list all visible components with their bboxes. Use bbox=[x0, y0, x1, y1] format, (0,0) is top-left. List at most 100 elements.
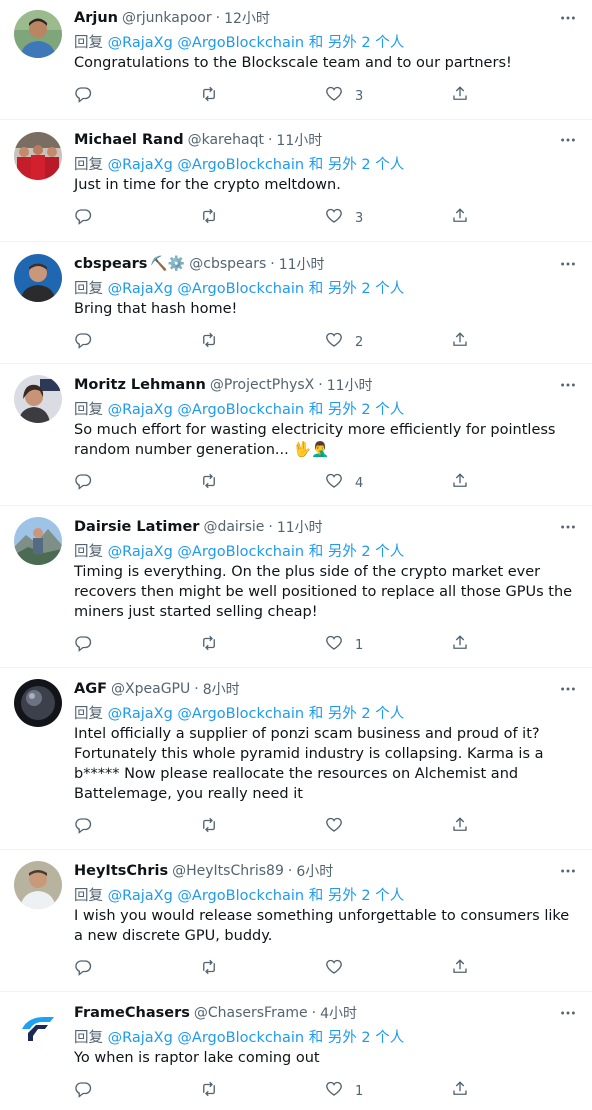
mention-link[interactable]: @ArgoBlockchain bbox=[177, 281, 304, 297]
mention-link[interactable]: @ArgoBlockchain bbox=[177, 544, 304, 560]
tweet[interactable]: HeyItsChris @HeyItsChris89 · 6小时 回复 @Raj… bbox=[0, 850, 592, 992]
mention-link[interactable]: @ArgoBlockchain bbox=[177, 888, 304, 904]
like-button[interactable]: 1 bbox=[325, 1080, 451, 1102]
author-name[interactable]: Dairsie Latimer bbox=[74, 519, 199, 535]
others-link[interactable]: 和 另外 2 个人 bbox=[309, 281, 405, 297]
author-name[interactable]: Arjun bbox=[74, 10, 118, 26]
retweet-button[interactable] bbox=[200, 207, 326, 229]
mention-link[interactable]: @ArgoBlockchain bbox=[177, 157, 304, 173]
share-button[interactable] bbox=[451, 816, 577, 838]
retweet-button[interactable] bbox=[200, 634, 326, 656]
others-link[interactable]: 和 另外 2 个人 bbox=[309, 888, 405, 904]
avatar[interactable] bbox=[14, 10, 62, 58]
tweet[interactable]: AGF @XpeaGPU · 8小时 回复 @RajaXg @ArgoBlock… bbox=[0, 668, 592, 850]
mention-link[interactable]: @ArgoBlockchain bbox=[177, 706, 304, 722]
reply-button[interactable] bbox=[74, 816, 200, 838]
others-link[interactable]: 和 另外 2 个人 bbox=[309, 1030, 405, 1046]
share-button[interactable] bbox=[451, 472, 577, 494]
tweet[interactable]: Dairsie Latimer @dairsie · 11小时 回复 @Raja… bbox=[0, 506, 592, 668]
mention-link[interactable]: @RajaXg bbox=[108, 888, 173, 904]
reply-button[interactable] bbox=[74, 207, 200, 229]
others-link[interactable]: 和 另外 2 个人 bbox=[309, 544, 405, 560]
more-options-icon[interactable] bbox=[558, 8, 578, 28]
mention-link[interactable]: @ArgoBlockchain bbox=[177, 1030, 304, 1046]
timestamp[interactable]: 11小时 bbox=[279, 254, 325, 274]
avatar[interactable] bbox=[14, 517, 62, 565]
author-handle[interactable]: @XpeaGPU bbox=[111, 681, 190, 697]
author-name[interactable]: HeyItsChris bbox=[74, 863, 168, 879]
author-name[interactable]: cbspears bbox=[74, 256, 147, 272]
share-button[interactable] bbox=[451, 331, 577, 353]
like-button[interactable]: 3 bbox=[325, 85, 451, 107]
retweet-button[interactable] bbox=[200, 472, 326, 494]
mention-link[interactable]: @RajaXg bbox=[108, 544, 173, 560]
timestamp[interactable]: 11小时 bbox=[277, 517, 323, 537]
avatar[interactable] bbox=[14, 254, 62, 302]
like-button[interactable] bbox=[325, 816, 451, 838]
timestamp[interactable]: 11小时 bbox=[327, 375, 373, 395]
author-handle[interactable]: @ChasersFrame bbox=[194, 1005, 308, 1021]
avatar[interactable] bbox=[14, 375, 62, 423]
author-name[interactable]: AGF bbox=[74, 681, 107, 697]
more-options-icon[interactable] bbox=[558, 375, 578, 395]
like-button[interactable]: 3 bbox=[325, 207, 451, 229]
author-handle[interactable]: @HeyItsChris89 bbox=[172, 863, 284, 879]
retweet-button[interactable] bbox=[200, 1080, 326, 1102]
like-button[interactable]: 2 bbox=[325, 331, 451, 353]
others-link[interactable]: 和 另外 2 个人 bbox=[309, 35, 405, 51]
author-handle[interactable]: @rjunkapoor bbox=[122, 10, 212, 26]
share-button[interactable] bbox=[451, 958, 577, 980]
mention-link[interactable]: @RajaXg bbox=[108, 706, 173, 722]
tweet[interactable]: Michael Rand @karehaqt · 11小时 回复 @RajaXg… bbox=[0, 120, 592, 242]
timestamp[interactable]: 12小时 bbox=[224, 8, 270, 28]
author-name[interactable]: FrameChasers bbox=[74, 1005, 190, 1021]
share-button[interactable] bbox=[451, 85, 577, 107]
more-options-icon[interactable] bbox=[558, 1003, 578, 1023]
tweet[interactable]: cbspears ⛏️⚙️ @cbspears · 11小时 回复 @RajaX… bbox=[0, 242, 592, 364]
others-link[interactable]: 和 另外 2 个人 bbox=[309, 157, 405, 173]
author-handle[interactable]: @dairsie bbox=[203, 519, 264, 535]
tweet[interactable]: Moritz Lehmann @ProjectPhysX · 11小时 回复 @… bbox=[0, 364, 592, 506]
retweet-button[interactable] bbox=[200, 958, 326, 980]
more-options-icon[interactable] bbox=[558, 130, 578, 150]
author-handle[interactable]: @cbspears bbox=[189, 256, 266, 272]
reply-button[interactable] bbox=[74, 634, 200, 656]
reply-button[interactable] bbox=[74, 331, 200, 353]
more-options-icon[interactable] bbox=[558, 517, 578, 537]
reply-button[interactable] bbox=[74, 958, 200, 980]
retweet-button[interactable] bbox=[200, 816, 326, 838]
like-button[interactable]: 4 bbox=[325, 472, 451, 494]
author-name[interactable]: Michael Rand bbox=[74, 132, 184, 148]
avatar[interactable] bbox=[14, 132, 62, 180]
timestamp[interactable]: 11小时 bbox=[276, 130, 322, 150]
mention-link[interactable]: @RajaXg bbox=[108, 1030, 173, 1046]
more-options-icon[interactable] bbox=[558, 254, 578, 274]
timestamp[interactable]: 4小时 bbox=[320, 1003, 357, 1023]
author-handle[interactable]: @ProjectPhysX bbox=[210, 377, 314, 393]
mention-link[interactable]: @RajaXg bbox=[108, 281, 173, 297]
avatar[interactable] bbox=[14, 679, 62, 727]
avatar[interactable] bbox=[14, 1003, 62, 1051]
author-name[interactable]: Moritz Lehmann bbox=[74, 377, 206, 393]
like-button[interactable]: 1 bbox=[325, 634, 451, 656]
mention-link[interactable]: @ArgoBlockchain bbox=[177, 35, 304, 51]
timestamp[interactable]: 8小时 bbox=[203, 679, 240, 699]
mention-link[interactable]: @ArgoBlockchain bbox=[177, 402, 304, 418]
reply-button[interactable] bbox=[74, 472, 200, 494]
mention-link[interactable]: @RajaXg bbox=[108, 402, 173, 418]
reply-button[interactable] bbox=[74, 1080, 200, 1102]
more-options-icon[interactable] bbox=[558, 861, 578, 881]
timestamp[interactable]: 6小时 bbox=[296, 861, 333, 881]
tweet[interactable]: Arjun @rjunkapoor · 12小时 回复 @RajaXg @Arg… bbox=[0, 0, 592, 120]
mention-link[interactable]: @RajaXg bbox=[108, 157, 173, 173]
avatar[interactable] bbox=[14, 861, 62, 909]
retweet-button[interactable] bbox=[200, 331, 326, 353]
retweet-button[interactable] bbox=[200, 85, 326, 107]
others-link[interactable]: 和 另外 2 个人 bbox=[309, 706, 405, 722]
others-link[interactable]: 和 另外 2 个人 bbox=[309, 402, 405, 418]
like-button[interactable] bbox=[325, 958, 451, 980]
share-button[interactable] bbox=[451, 634, 577, 656]
share-button[interactable] bbox=[451, 207, 577, 229]
author-handle[interactable]: @karehaqt bbox=[188, 132, 264, 148]
tweet[interactable]: FrameChasers @ChasersFrame · 4小时 回复 @Raj… bbox=[0, 992, 592, 1110]
